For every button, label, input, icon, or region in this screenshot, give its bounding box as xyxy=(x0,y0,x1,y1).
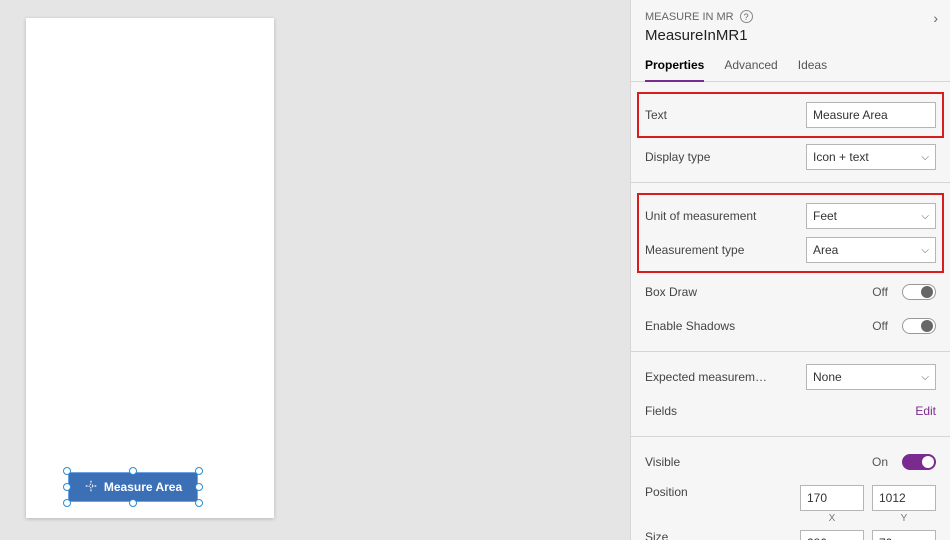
position-y-input[interactable] xyxy=(872,485,936,511)
tab-ideas[interactable]: Ideas xyxy=(798,52,827,81)
boxdraw-state: Off xyxy=(872,285,888,299)
size-height-input[interactable] xyxy=(872,530,936,540)
display-type-label: Display type xyxy=(645,150,798,164)
position-y-sublabel: Y xyxy=(872,511,936,524)
unit-value: Feet xyxy=(813,209,837,223)
shadows-label: Enable Shadows xyxy=(645,319,864,333)
resize-handle[interactable] xyxy=(129,499,137,507)
mtype-label: Measurement type xyxy=(645,243,798,257)
unit-select[interactable]: Feet ⌵ xyxy=(806,203,936,229)
measure-icon xyxy=(84,479,98,496)
position-x-input[interactable] xyxy=(800,485,864,511)
help-icon[interactable]: ? xyxy=(740,10,753,23)
text-input[interactable] xyxy=(806,102,936,128)
expected-value: None xyxy=(813,370,842,384)
text-label: Text xyxy=(645,108,798,122)
visible-toggle[interactable] xyxy=(902,454,936,470)
position-label: Position xyxy=(645,485,792,499)
control-type-label: MEASURE IN MR xyxy=(645,11,734,23)
tabs: Properties Advanced Ideas xyxy=(631,52,950,82)
size-label: Size xyxy=(645,530,792,540)
highlight-box: Unit of measurement Feet ⌵ Measurement t… xyxy=(637,193,944,273)
properties-panel: MEASURE IN MR ? › MeasureInMR1 Propertie… xyxy=(630,0,950,540)
resize-handle[interactable] xyxy=(63,467,71,475)
shadows-toggle[interactable] xyxy=(902,318,936,334)
mtype-value: Area xyxy=(813,243,838,257)
tab-advanced[interactable]: Advanced xyxy=(724,52,777,81)
unit-label: Unit of measurement xyxy=(645,209,798,223)
selected-control[interactable]: Measure Area xyxy=(68,472,198,502)
boxdraw-toggle[interactable] xyxy=(902,284,936,300)
visible-state: On xyxy=(872,455,888,469)
visible-label: Visible xyxy=(645,455,864,469)
highlight-box: Text xyxy=(637,92,944,138)
chevron-down-icon: ⌵ xyxy=(921,372,929,383)
resize-handle[interactable] xyxy=(63,483,71,491)
resize-handle[interactable] xyxy=(129,467,137,475)
resize-handle[interactable] xyxy=(195,499,203,507)
chevron-right-icon[interactable]: › xyxy=(933,10,938,26)
display-type-value: Icon + text xyxy=(813,150,869,164)
chevron-down-icon: ⌵ xyxy=(921,245,929,256)
panel-header: MEASURE IN MR ? › xyxy=(631,0,950,23)
expected-label: Expected measurem… xyxy=(645,370,798,384)
fields-label: Fields xyxy=(645,404,907,418)
resize-handle[interactable] xyxy=(63,499,71,507)
resize-handle[interactable] xyxy=(195,467,203,475)
display-type-select[interactable]: Icon + text ⌵ xyxy=(806,144,936,170)
chevron-down-icon: ⌵ xyxy=(921,211,929,222)
expected-select[interactable]: None ⌵ xyxy=(806,364,936,390)
artboard[interactable]: Measure Area xyxy=(26,18,274,518)
boxdraw-label: Box Draw xyxy=(645,285,864,299)
instance-name: MeasureInMR1 xyxy=(631,23,950,52)
mtype-select[interactable]: Area ⌵ xyxy=(806,237,936,263)
shadows-state: Off xyxy=(872,319,888,333)
measure-area-label: Measure Area xyxy=(104,480,182,494)
resize-handle[interactable] xyxy=(195,483,203,491)
measure-area-button[interactable]: Measure Area xyxy=(68,472,198,502)
fields-edit-link[interactable]: Edit xyxy=(915,404,936,418)
chevron-down-icon: ⌵ xyxy=(921,152,929,163)
tab-properties[interactable]: Properties xyxy=(645,52,704,82)
position-x-sublabel: X xyxy=(800,511,864,524)
canvas-area[interactable]: Measure Area xyxy=(0,0,630,540)
size-width-input[interactable] xyxy=(800,530,864,540)
